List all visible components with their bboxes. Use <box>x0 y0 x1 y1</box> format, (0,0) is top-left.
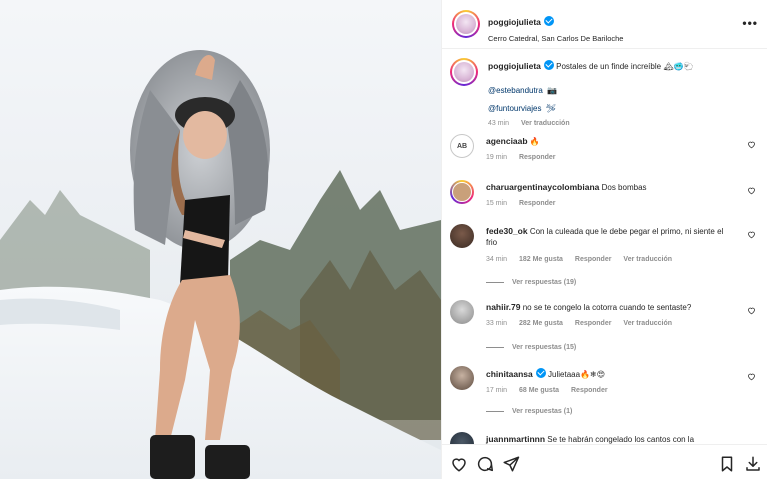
post-photo[interactable] <box>0 0 441 479</box>
comment-time[interactable]: 15 min <box>486 200 507 207</box>
mention-emoji: 📷 <box>547 86 558 95</box>
view-replies-button[interactable]: Ver respuestas (19) <box>486 279 576 286</box>
comment-text: no se te congelo la cotorra cuando te se… <box>522 303 692 312</box>
view-replies-button[interactable]: Ver respuestas (15) <box>486 344 576 351</box>
translate-link[interactable]: Ver traducción <box>521 120 570 127</box>
post-side-panel: poggiojulieta Cerro Catedral, San Carlos… <box>441 0 767 479</box>
reply-button[interactable]: Responder <box>519 154 556 161</box>
comment-item: AB agenciaab 🔥 19 min Responder <box>450 134 760 174</box>
caption-text: Postales de un finde increíble <box>556 62 662 71</box>
comment-item: fede30_ok Con la culeada que le debe peg… <box>450 224 760 294</box>
comment-item: charuargentinaycolombiana Dos bombas 15 … <box>450 180 760 220</box>
verified-badge-icon <box>535 368 546 378</box>
post-location[interactable]: Cerro Catedral, San Carlos De Bariloche <box>488 34 623 43</box>
mention-link[interactable]: @funtourviajes <box>488 104 541 113</box>
post-actions-bar <box>442 444 767 479</box>
reply-button[interactable]: Responder <box>519 200 556 207</box>
comment-time[interactable]: 34 min <box>486 256 507 263</box>
mention-link[interactable]: @estebandutra <box>488 86 543 95</box>
comment-username[interactable]: agenciaab <box>486 136 528 146</box>
caption-emoji: 🏔🥶🐑 <box>663 62 694 71</box>
comment-likes[interactable]: 282 Me gusta <box>519 320 563 327</box>
post-caption: poggiojulieta Postales de un finde incre… <box>450 58 760 128</box>
heart-icon[interactable] <box>450 455 468 473</box>
more-options-icon[interactable]: ••• <box>742 16 758 30</box>
comment-text: Dos bombas <box>601 183 647 192</box>
comment-username[interactable]: fede30_ok <box>486 226 528 236</box>
commenter-avatar[interactable] <box>450 224 474 248</box>
mention-emoji: 🛩 <box>545 104 557 113</box>
heart-icon[interactable] <box>747 186 756 195</box>
verified-badge-icon <box>543 60 554 70</box>
comment-text: Se te habrán congelado los cantos con la <box>547 435 695 444</box>
download-icon[interactable] <box>744 455 762 473</box>
post-header: poggiojulieta Cerro Catedral, San Carlos… <box>442 0 767 49</box>
comment-icon[interactable] <box>476 455 494 473</box>
caption-time[interactable]: 43 min <box>488 120 509 127</box>
commenter-avatar[interactable] <box>450 300 474 324</box>
comment-time[interactable]: 19 min <box>486 154 507 161</box>
comment-likes[interactable]: 68 Me gusta <box>519 387 559 394</box>
reply-button[interactable]: Responder <box>575 320 612 327</box>
comment-time[interactable]: 33 min <box>486 320 507 327</box>
commenter-avatar[interactable] <box>450 432 474 444</box>
comment-item: chinitaansa Julietaaa🔥❄😍 17 min 68 Me gu… <box>450 366 760 426</box>
heart-icon[interactable] <box>747 372 756 381</box>
view-replies-button[interactable]: Ver respuestas (1) <box>486 408 572 415</box>
verified-badge-icon <box>543 16 554 26</box>
reply-button[interactable]: Responder <box>575 256 612 263</box>
translate-link[interactable]: Ver traducción <box>623 320 672 327</box>
comment-username[interactable]: charuargentinaycolombiana <box>486 182 599 192</box>
caption-username[interactable]: poggiojulieta <box>488 61 541 71</box>
commenter-avatar[interactable] <box>450 180 474 204</box>
translate-link[interactable]: Ver traducción <box>623 256 672 263</box>
heart-icon[interactable] <box>747 230 756 239</box>
comment-item: nahiir.79 no se te congelo la cotorra cu… <box>450 300 760 360</box>
caption-author-avatar[interactable] <box>450 58 478 86</box>
comment-username[interactable]: nahiir.79 <box>486 302 521 312</box>
post-image <box>0 0 441 479</box>
comment-text: 🔥 <box>529 137 540 146</box>
send-icon[interactable] <box>502 455 520 473</box>
comment-item: juannmartinnn Se te habrán congelado los… <box>450 432 760 444</box>
commenter-avatar[interactable] <box>450 366 474 390</box>
comment-text: Julietaaa🔥❄😍 <box>548 370 606 379</box>
comment-likes[interactable]: 182 Me gusta <box>519 256 563 263</box>
reply-button[interactable]: Responder <box>571 387 608 394</box>
comment-username[interactable]: juannmartinnn <box>486 434 545 444</box>
heart-icon[interactable] <box>747 306 756 315</box>
author-avatar[interactable] <box>452 10 480 38</box>
commenter-avatar[interactable]: AB <box>450 134 474 158</box>
comments-list: poggiojulieta Postales de un finde incre… <box>442 50 767 444</box>
bookmark-icon[interactable] <box>718 455 736 473</box>
comment-username[interactable]: chinitaansa <box>486 369 533 379</box>
heart-icon[interactable] <box>747 140 756 149</box>
comment-time[interactable]: 17 min <box>486 387 507 394</box>
author-username[interactable]: poggiojulieta <box>488 17 541 27</box>
